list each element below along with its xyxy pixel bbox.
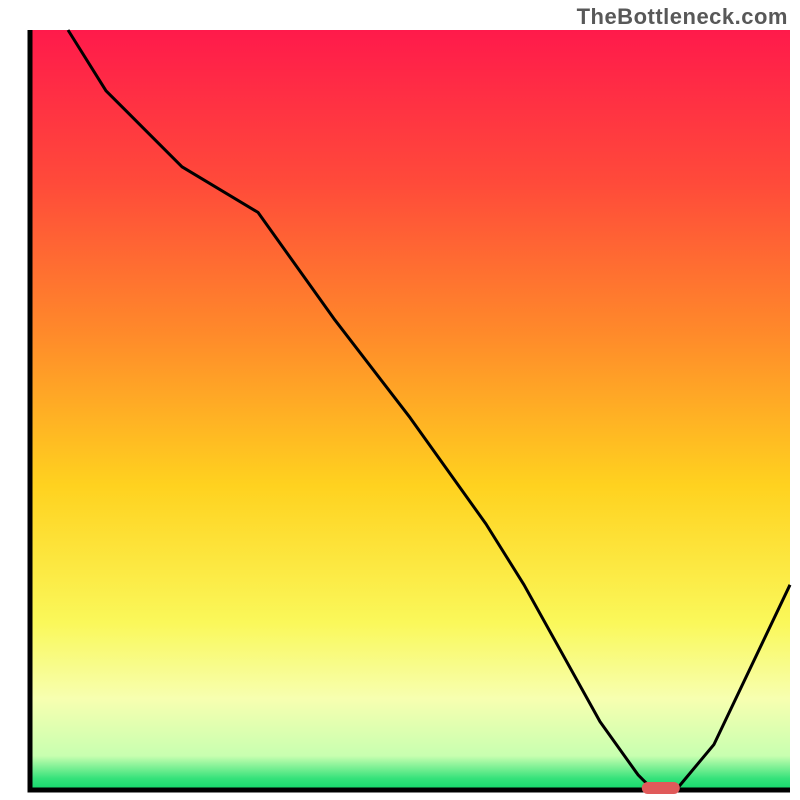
watermark-text: TheBottleneck.com — [577, 4, 788, 30]
chart-frame: TheBottleneck.com — [0, 0, 800, 800]
gradient-background — [30, 30, 790, 790]
optimal-point-marker — [642, 782, 680, 794]
plot-area — [30, 30, 790, 794]
bottleneck-chart-svg — [0, 0, 800, 800]
